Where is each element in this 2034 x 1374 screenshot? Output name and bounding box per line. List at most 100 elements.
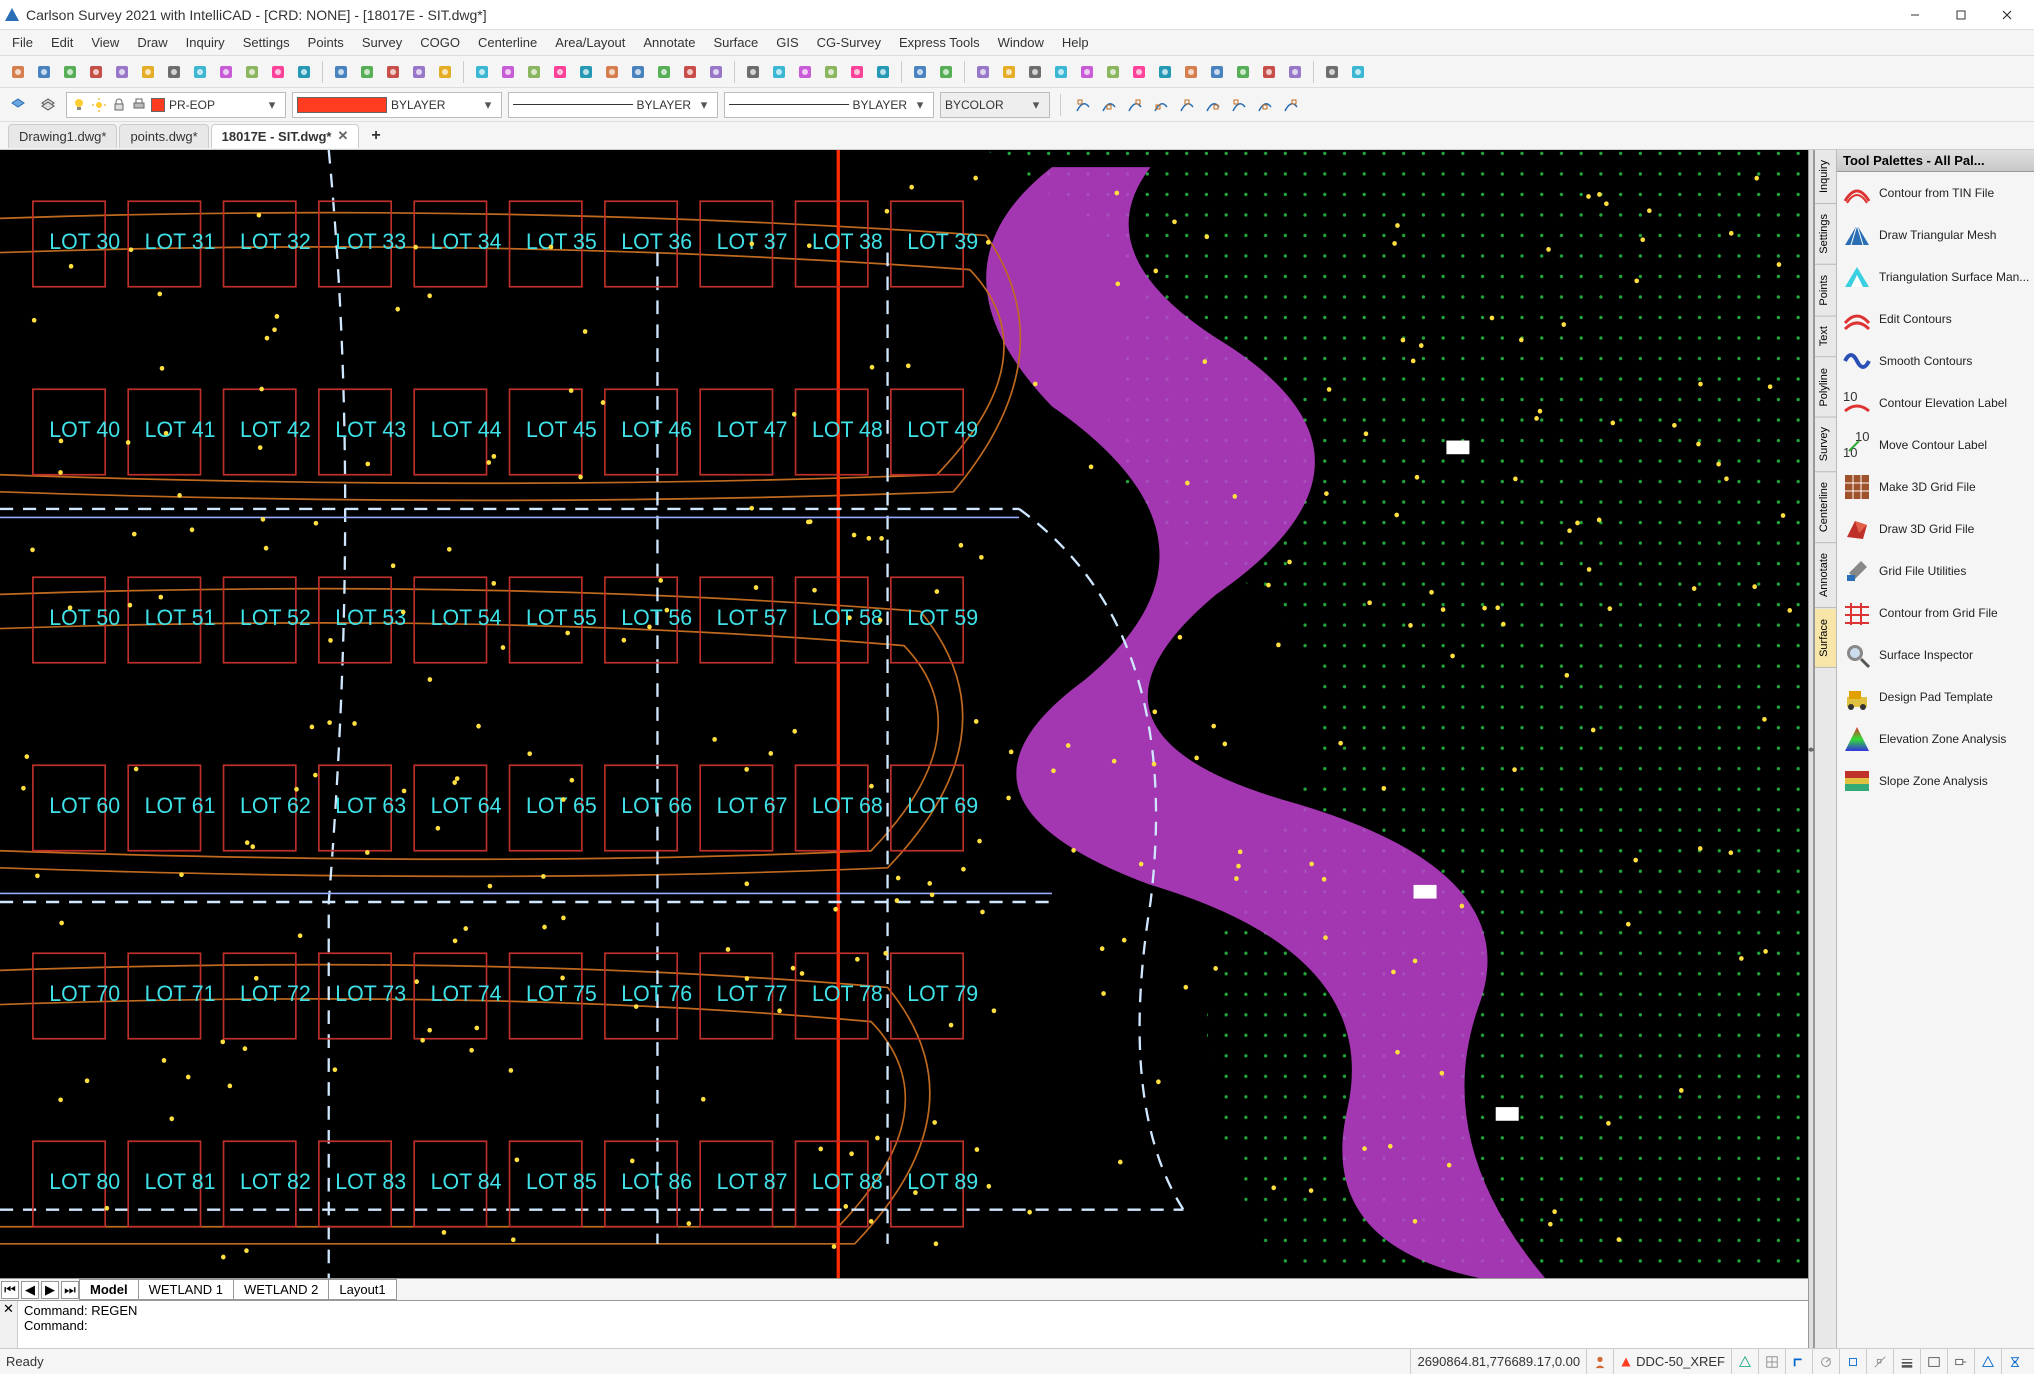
status-osnap-toggle[interactable] xyxy=(1839,1349,1866,1374)
wave-button[interactable] xyxy=(1205,60,1229,84)
target-button[interactable] xyxy=(1049,60,1073,84)
palette-item-draw3d[interactable]: Draw 3D Grid File xyxy=(1837,508,2034,550)
osnap-endpoint-button[interactable] xyxy=(1071,93,1095,117)
photo-button[interactable] xyxy=(240,60,264,84)
clipboard-button[interactable] xyxy=(266,60,290,84)
tab-prev-button[interactable]: ◀ xyxy=(21,1281,39,1299)
linetype-combo[interactable]: BYLAYER ▾ xyxy=(508,92,718,118)
palette-tab-survey[interactable]: Survey xyxy=(1815,417,1836,472)
menu-cg-survey[interactable]: CG-Survey xyxy=(809,32,889,53)
osnap-perp-button[interactable] xyxy=(1175,93,1199,117)
hammer2-button[interactable] xyxy=(355,60,379,84)
open-button[interactable] xyxy=(496,60,520,84)
grid2-button[interactable] xyxy=(1257,60,1281,84)
circle-button[interactable] xyxy=(1283,60,1307,84)
gift-button[interactable] xyxy=(1153,60,1177,84)
status-annovisibility-toggle[interactable] xyxy=(2001,1349,2028,1374)
palette-item-contour-tin[interactable]: Contour from TIN File xyxy=(1837,172,2034,214)
osnap-none-button[interactable] xyxy=(1279,93,1303,117)
stack-button[interactable] xyxy=(548,60,572,84)
palette-tab-surface[interactable]: Surface xyxy=(1815,609,1836,668)
props-button[interactable] xyxy=(819,60,843,84)
status-snap-toggle[interactable] xyxy=(1731,1349,1758,1374)
palette-item-pad[interactable]: Design Pad Template xyxy=(1837,676,2034,718)
minimize-button[interactable] xyxy=(1892,0,1938,30)
palette-item-tri-surface[interactable]: Triangulation Surface Man... xyxy=(1837,256,2034,298)
palette-item-slope-zone[interactable]: Slope Zone Analysis xyxy=(1837,760,2034,802)
menu-help[interactable]: Help xyxy=(1054,32,1097,53)
palette-tab-inquiry[interactable]: Inquiry xyxy=(1815,150,1836,204)
palette-tab-points[interactable]: Points xyxy=(1815,265,1836,317)
status-person-icon[interactable] xyxy=(1586,1349,1613,1374)
image-button[interactable] xyxy=(600,60,624,84)
file-tab[interactable]: 18017E - SIT.dwg*✕ xyxy=(211,124,360,148)
palette-item-smooth[interactable]: Smooth Contours xyxy=(1837,340,2034,382)
survey-button[interactable] xyxy=(6,60,30,84)
layout-tab-model[interactable]: Model xyxy=(79,1279,139,1300)
cursor-button[interactable] xyxy=(1320,60,1344,84)
grip-button[interactable] xyxy=(704,60,728,84)
drawing-canvas[interactable]: LOT 30LOT 31LOT 32LOT 33LOT 34LOT 35LOT … xyxy=(0,150,1808,1278)
save-button[interactable] xyxy=(522,60,546,84)
bold-button[interactable] xyxy=(574,60,598,84)
raster-button[interactable] xyxy=(292,60,316,84)
door-button[interactable] xyxy=(433,60,457,84)
menu-file[interactable]: File xyxy=(4,32,41,53)
command-close-button[interactable]: ✕ xyxy=(0,1301,18,1348)
menu-survey[interactable]: Survey xyxy=(354,32,410,53)
status-otrack-toggle[interactable] xyxy=(1866,1349,1893,1374)
cube-button[interactable] xyxy=(845,60,869,84)
tab-last-button[interactable]: ⏭ xyxy=(61,1281,79,1299)
status-lwt-toggle[interactable] xyxy=(1893,1349,1920,1374)
menu-window[interactable]: Window xyxy=(990,32,1052,53)
clock-button[interactable] xyxy=(1101,60,1125,84)
point-button[interactable] xyxy=(997,60,1021,84)
layer-combo[interactable]: PR-EOP ▾ xyxy=(66,92,286,118)
layer-properties-button[interactable] xyxy=(36,93,60,117)
osnap-intersect-button[interactable] xyxy=(1253,93,1277,117)
sheet-button[interactable] xyxy=(652,60,676,84)
path-button[interactable] xyxy=(1179,60,1203,84)
osnap-center-button[interactable] xyxy=(1123,93,1147,117)
menu-settings[interactable]: Settings xyxy=(235,32,298,53)
highway-button[interactable] xyxy=(188,60,212,84)
palette-item-inspector[interactable]: Surface Inspector xyxy=(1837,634,2034,676)
menu-annotate[interactable]: Annotate xyxy=(635,32,703,53)
truck-button[interactable] xyxy=(381,60,405,84)
add-tab-button[interactable]: + xyxy=(361,124,390,148)
arrow-button[interactable] xyxy=(1346,60,1370,84)
window-button[interactable] xyxy=(908,60,932,84)
tab-next-button[interactable]: ▶ xyxy=(41,1281,59,1299)
status-polar-toggle[interactable] xyxy=(1812,1349,1839,1374)
menu-surface[interactable]: Surface xyxy=(705,32,766,53)
palette-item-move-label[interactable]: 1010Move Contour Label xyxy=(1837,424,2034,466)
palette-item-contour-grid[interactable]: Contour from Grid File xyxy=(1837,592,2034,634)
wave2-button[interactable] xyxy=(1231,60,1255,84)
drawing-button[interactable] xyxy=(626,60,650,84)
status-model-toggle[interactable] xyxy=(1920,1349,1947,1374)
num-button[interactable] xyxy=(1127,60,1151,84)
excavator-button[interactable] xyxy=(162,60,186,84)
arc-button[interactable] xyxy=(1023,60,1047,84)
hammer-button[interactable] xyxy=(110,60,134,84)
close-button[interactable] xyxy=(1984,0,2030,30)
graph-button[interactable] xyxy=(793,60,817,84)
status-annoscale-toggle[interactable] xyxy=(1974,1349,2001,1374)
close-icon[interactable]: ✕ xyxy=(337,128,348,144)
status-grid-toggle[interactable] xyxy=(1758,1349,1785,1374)
layout-tab-layout1[interactable]: Layout1 xyxy=(328,1279,396,1300)
file-tab[interactable]: points.dwg* xyxy=(119,124,208,148)
palette-tab-annotate[interactable]: Annotate xyxy=(1815,543,1836,608)
command-prompt[interactable]: Command: xyxy=(24,1318,1802,1333)
status-xref[interactable]: DDC-50_XREF xyxy=(1613,1349,1731,1374)
screen-button[interactable] xyxy=(214,60,238,84)
cube2-button[interactable] xyxy=(871,60,895,84)
palette-item-edit-contours[interactable]: Edit Contours xyxy=(1837,298,2034,340)
status-ortho-toggle[interactable] xyxy=(1785,1349,1812,1374)
palette-item-mesh[interactable]: Draw Triangular Mesh xyxy=(1837,214,2034,256)
line-button[interactable] xyxy=(971,60,995,84)
globe-button[interactable] xyxy=(84,60,108,84)
layer-states-button[interactable] xyxy=(6,93,30,117)
palette-item-grid3d[interactable]: Make 3D Grid File xyxy=(1837,466,2034,508)
menu-cogo[interactable]: COGO xyxy=(412,32,468,53)
